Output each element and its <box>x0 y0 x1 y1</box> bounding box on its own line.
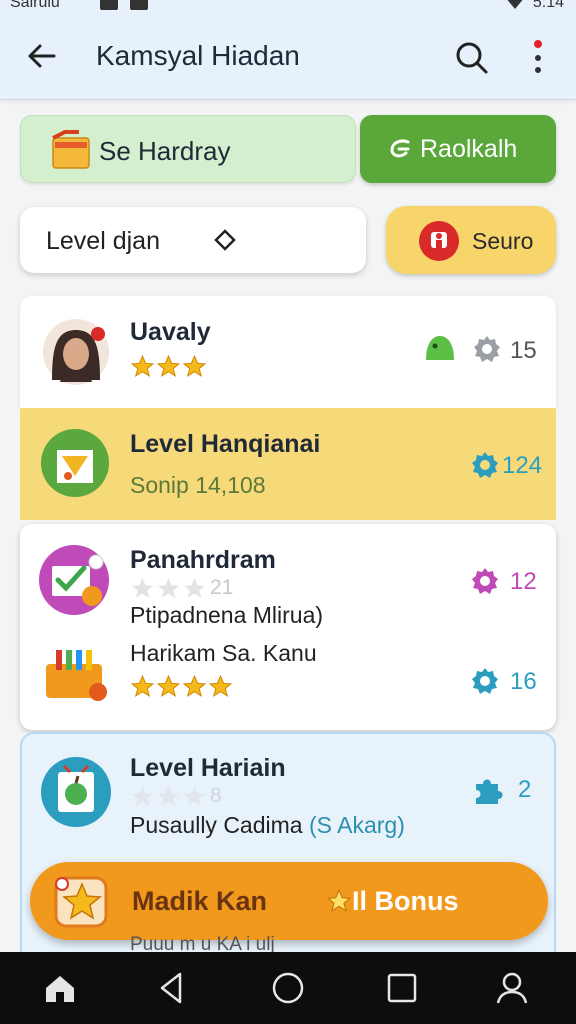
signal-icon <box>504 0 525 9</box>
seuro-button[interactable]: Seuro <box>386 206 556 274</box>
item-count: 12 <box>510 568 537 595</box>
profile-icon[interactable] <box>494 970 530 1006</box>
badge-icon <box>419 221 459 261</box>
rating-stars: 21 <box>130 576 233 601</box>
item-title: Uavaly <box>130 318 211 346</box>
notification-icon <box>130 0 148 10</box>
list-item-group: Panahrdram 21 Ptipadnena Mlirua) 12 Hari… <box>20 524 556 730</box>
status-right: 5:14 <box>504 0 564 12</box>
list-item[interactable]: Panahrdram 21 Ptipadnena Mlirua) 12 <box>20 524 556 628</box>
star-icon <box>184 578 205 598</box>
toolbox-icon <box>46 650 107 701</box>
star-icon <box>182 354 207 378</box>
item-subtitle: Sonip 14,108 <box>130 472 266 498</box>
item-title: Panahrdram <box>130 546 276 574</box>
frog-icon <box>426 336 454 360</box>
item-count: 124 <box>502 452 543 479</box>
notification-icons <box>100 0 148 10</box>
avatar <box>43 319 109 385</box>
app-bar: Kamsyal Hiadan <box>0 16 576 100</box>
more-options-icon[interactable] <box>528 36 548 80</box>
item-subtitle: Ptipadnena Mlirua) <box>130 602 324 628</box>
gear-icon <box>472 452 498 478</box>
item-count: 15 <box>510 337 537 364</box>
diamond-icon <box>214 229 236 251</box>
back-icon[interactable] <box>154 970 190 1006</box>
carrier-label: Sairuiu <box>10 0 60 11</box>
back-arrow-icon[interactable] <box>24 38 60 74</box>
home-circle-icon[interactable] <box>270 970 306 1006</box>
rating-stars <box>130 674 233 699</box>
rating-stars <box>130 354 207 379</box>
leaf-icon <box>390 139 410 158</box>
item-title: Harikam Sa. Kanu <box>130 640 317 666</box>
rating-stars: 8 <box>130 784 222 809</box>
hardray-chip[interactable]: Se Hardray <box>20 115 356 183</box>
madik-kan-bonus-button[interactable]: Madik Kan Il Bonus <box>30 862 548 940</box>
star-icon <box>156 674 181 698</box>
star-badge-icon <box>54 876 108 928</box>
star-icon <box>156 354 181 378</box>
star-icon <box>130 674 155 698</box>
recents-icon[interactable] <box>384 970 420 1006</box>
gear-icon <box>472 568 498 594</box>
seuro-label: Seuro <box>472 228 534 254</box>
raolkalh-button[interactable]: Raolkalh <box>360 115 556 183</box>
checklist-icon <box>39 545 109 615</box>
page-title: Kamsyal Hiadan <box>96 40 300 71</box>
item-subtitle-main: Pusaully Cadima <box>130 812 303 838</box>
star-icon <box>132 578 153 598</box>
star-icon <box>182 674 207 698</box>
gear-icon <box>472 668 498 694</box>
list-item[interactable]: Level Hanqianai Sonip 14,108 124 <box>20 408 556 520</box>
level-filter-label: Level djan <box>46 227 160 255</box>
item-title: Level Hanqianai <box>130 430 321 458</box>
star-icon <box>130 354 155 378</box>
item-title: Level Hariain <box>130 754 286 782</box>
search-icon[interactable] <box>452 38 492 78</box>
apple-icon <box>41 757 111 827</box>
raolkalh-label: Raolkalh <box>420 135 518 163</box>
list-item[interactable]: Uavaly 15 <box>20 296 556 408</box>
level-filter-dropdown[interactable]: Level djan <box>20 207 366 273</box>
star-icon <box>158 786 179 806</box>
gear-icon <box>474 336 500 362</box>
hardray-label: Se Hardray <box>99 136 231 166</box>
item-count: 2 <box>518 776 532 803</box>
star-icon <box>158 578 179 598</box>
system-nav-bar <box>0 952 576 1024</box>
home-icon[interactable] <box>42 970 78 1006</box>
bonus-label: Il Bonus <box>352 886 459 916</box>
item-count: 16 <box>510 668 537 695</box>
star-icon <box>326 888 352 912</box>
level-badge-icon <box>41 429 109 497</box>
folder-icon <box>52 130 90 169</box>
star-icon <box>132 786 153 806</box>
list-item[interactable]: Harikam Sa. Kanu 16 <box>20 628 556 730</box>
status-bar: Sairuiu 5:14 <box>0 0 576 16</box>
status-time: 5:14 <box>532 0 564 11</box>
star-icon <box>184 786 205 806</box>
puzzle-icon <box>476 779 503 804</box>
item-subtitle-accent: (S Akarg) <box>308 812 405 838</box>
notification-icon <box>100 0 118 10</box>
star-icon <box>208 674 233 698</box>
rating-text: 8 <box>210 784 222 807</box>
madik-kan-label: Madik Kan <box>132 886 268 916</box>
item-subtitle: Pusaully Cadima (S Akarg) <box>130 812 405 839</box>
rating-text: 21 <box>210 576 234 599</box>
